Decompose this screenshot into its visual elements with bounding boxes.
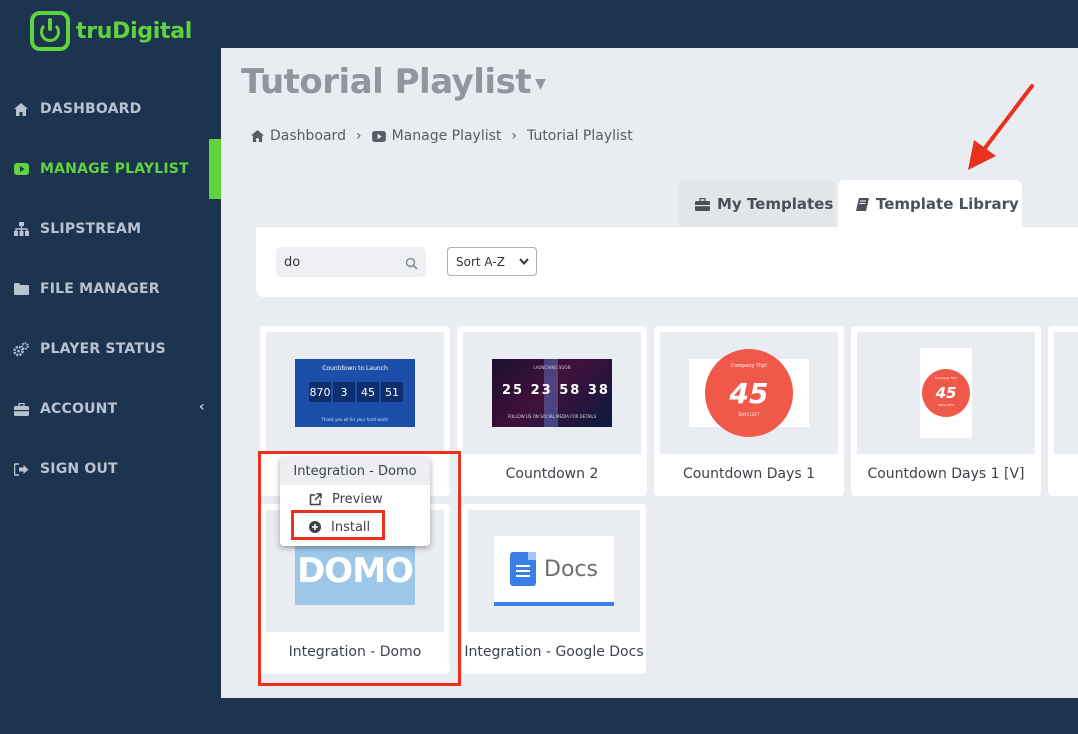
gears-icon [13, 341, 29, 357]
docs-icon [510, 552, 537, 586]
template-card-countdown-days-1-v[interactable]: Company Trip! 45 DAYS LEFT Countdown Day… [851, 326, 1041, 496]
sort-select[interactable]: Sort A-Z [447, 247, 537, 276]
thumb-number: 3 [333, 382, 355, 402]
template-label: Countdown 2 [505, 466, 599, 482]
sidebar-item-label: SIGN OUT [40, 461, 118, 477]
template-thumbnail: Company Trip! 45 DAYS LEFT [857, 332, 1035, 454]
caret-down-icon[interactable]: ▼ [535, 76, 546, 92]
book-icon [856, 197, 869, 211]
thumb-numbers: 25 23 58 38 [502, 383, 610, 398]
thumb-title: Countdown to Launch [322, 365, 388, 372]
template-thumbnail: LAUNCHING SOON 25 23 58 38 FOLLOW US ON … [463, 332, 641, 454]
search-input[interactable] [276, 247, 396, 277]
sidebar-item-player-status[interactable]: PLAYER STATUS [0, 319, 221, 379]
countdown-thumbnail-image: Countdown to Launch 870 3 45 51 Thank yo… [295, 359, 415, 427]
thumb-caption: DAYS LEFT [938, 403, 954, 407]
chevron-down-icon [518, 254, 530, 271]
docs-logo-text: Docs [544, 556, 598, 582]
sidebar-item-sign-out[interactable]: SIGN OUT [0, 439, 221, 499]
template-card-partial[interactable] [1048, 326, 1078, 496]
sidebar-item-dashboard[interactable]: DASHBOARD [0, 79, 221, 139]
sidebar-item-label: DASHBOARD [40, 101, 142, 117]
thumb-number: 51 [381, 382, 403, 402]
search-box [276, 247, 426, 277]
thumb-caption: DAYS LEFT [738, 412, 760, 417]
template-card-integration-google-docs[interactable]: Docs Integration - Google Docs [462, 504, 646, 674]
sidebar-nav: DASHBOARD MANAGE PLAYLIST SLIPSTREAM FIL… [0, 79, 221, 499]
breadcrumb: Dashboard › Manage Playlist › Tutorial P… [251, 128, 633, 144]
search-icon[interactable] [405, 255, 418, 274]
trudigital-logo[interactable]: truDigital [30, 10, 192, 52]
template-card-countdown-2[interactable]: LAUNCHING SOON 25 23 58 38 FOLLOW US ON … [457, 326, 647, 496]
google-docs-logo: Docs [494, 536, 614, 606]
breadcrumb-manage-playlist[interactable]: Manage Playlist [392, 128, 502, 144]
template-thumbnail: Docs [468, 510, 640, 632]
install-highlight-box [291, 510, 385, 540]
thumb-number: 45 [729, 376, 769, 410]
page-title-text: Tutorial Playlist [241, 62, 532, 102]
template-thumbnail [1054, 332, 1078, 454]
thumb-number: 45 [935, 384, 957, 402]
thumb-footer: Thank you all for your hard work! [321, 417, 389, 422]
tab-label: My Templates [717, 195, 834, 213]
chevron-left-icon[interactable]: ‹ [199, 399, 205, 415]
sidebar-item-manage-playlist[interactable]: MANAGE PLAYLIST [0, 139, 221, 199]
template-label: Countdown Days 1 [V] [867, 466, 1025, 482]
thumb-company: Company Trip! [935, 376, 957, 380]
sort-select-value: Sort A-Z [456, 254, 505, 269]
brand-name: truDigital [76, 18, 193, 44]
countdown-days-v-thumbnail-image: Company Trip! 45 DAYS LEFT [920, 348, 972, 438]
thumb-number: 45 [357, 382, 379, 402]
briefcase-icon [13, 401, 29, 417]
template-thumbnail: Countdown to Launch 870 3 45 51 Thank yo… [266, 332, 444, 454]
tab-my-templates[interactable]: My Templates [679, 180, 834, 228]
thumb-bottom-text: FOLLOW US ON SOCIAL MEDIA FOR DETAILS [507, 414, 597, 419]
tab-label: Template Library [876, 195, 1019, 213]
sidebar-item-file-manager[interactable]: FILE MANAGER [0, 259, 221, 319]
breadcrumb-dashboard[interactable]: Dashboard [270, 128, 346, 144]
sidebar-item-account[interactable]: ACCOUNT ‹ [0, 379, 221, 439]
highlight-box [258, 451, 461, 686]
template-card-countdown-days-1[interactable]: Company Trip! 45 DAYS LEFT Countdown Day… [654, 326, 844, 496]
sidebar-item-slipstream[interactable]: SLIPSTREAM [0, 199, 221, 259]
page-title[interactable]: Tutorial Playlist ▼ [241, 62, 546, 102]
thumb-company: Company Trip! [730, 363, 768, 369]
play-icon [13, 161, 29, 177]
breadcrumb-separator: › [511, 128, 518, 144]
tab-template-library[interactable]: Template Library [838, 180, 1022, 228]
sidebar-item-label: MANAGE PLAYLIST [40, 161, 189, 177]
template-label: Countdown Days 1 [682, 466, 816, 482]
sidebar-item-label: PLAYER STATUS [40, 341, 166, 357]
sign-out-icon [13, 461, 29, 477]
countdown-2-thumbnail-image: LAUNCHING SOON 25 23 58 38 FOLLOW US ON … [492, 359, 612, 427]
template-label: Integration - Google Docs [464, 644, 644, 660]
countdown-days-thumbnail-image: Company Trip! 45 DAYS LEFT [689, 349, 809, 437]
breadcrumb-current: Tutorial Playlist [527, 128, 633, 144]
thumb-top-text: LAUNCHING SOON [533, 365, 571, 370]
home-icon [251, 130, 264, 142]
play-icon [371, 130, 386, 142]
sidebar-item-label: ACCOUNT [40, 401, 118, 417]
breadcrumb-separator: › [355, 128, 362, 144]
folder-icon [13, 281, 29, 297]
home-icon [13, 101, 29, 117]
sidebar-item-label: FILE MANAGER [40, 281, 160, 297]
power-icon [30, 11, 70, 51]
template-thumbnail: Company Trip! 45 DAYS LEFT [660, 332, 838, 454]
sidebar-item-label: SLIPSTREAM [40, 221, 142, 237]
annotation-arrow [968, 84, 1034, 170]
sitemap-icon [13, 221, 29, 237]
thumb-number: 870 [309, 382, 331, 402]
filter-bar: Sort A-Z [256, 227, 1078, 297]
briefcase-icon [695, 197, 710, 211]
